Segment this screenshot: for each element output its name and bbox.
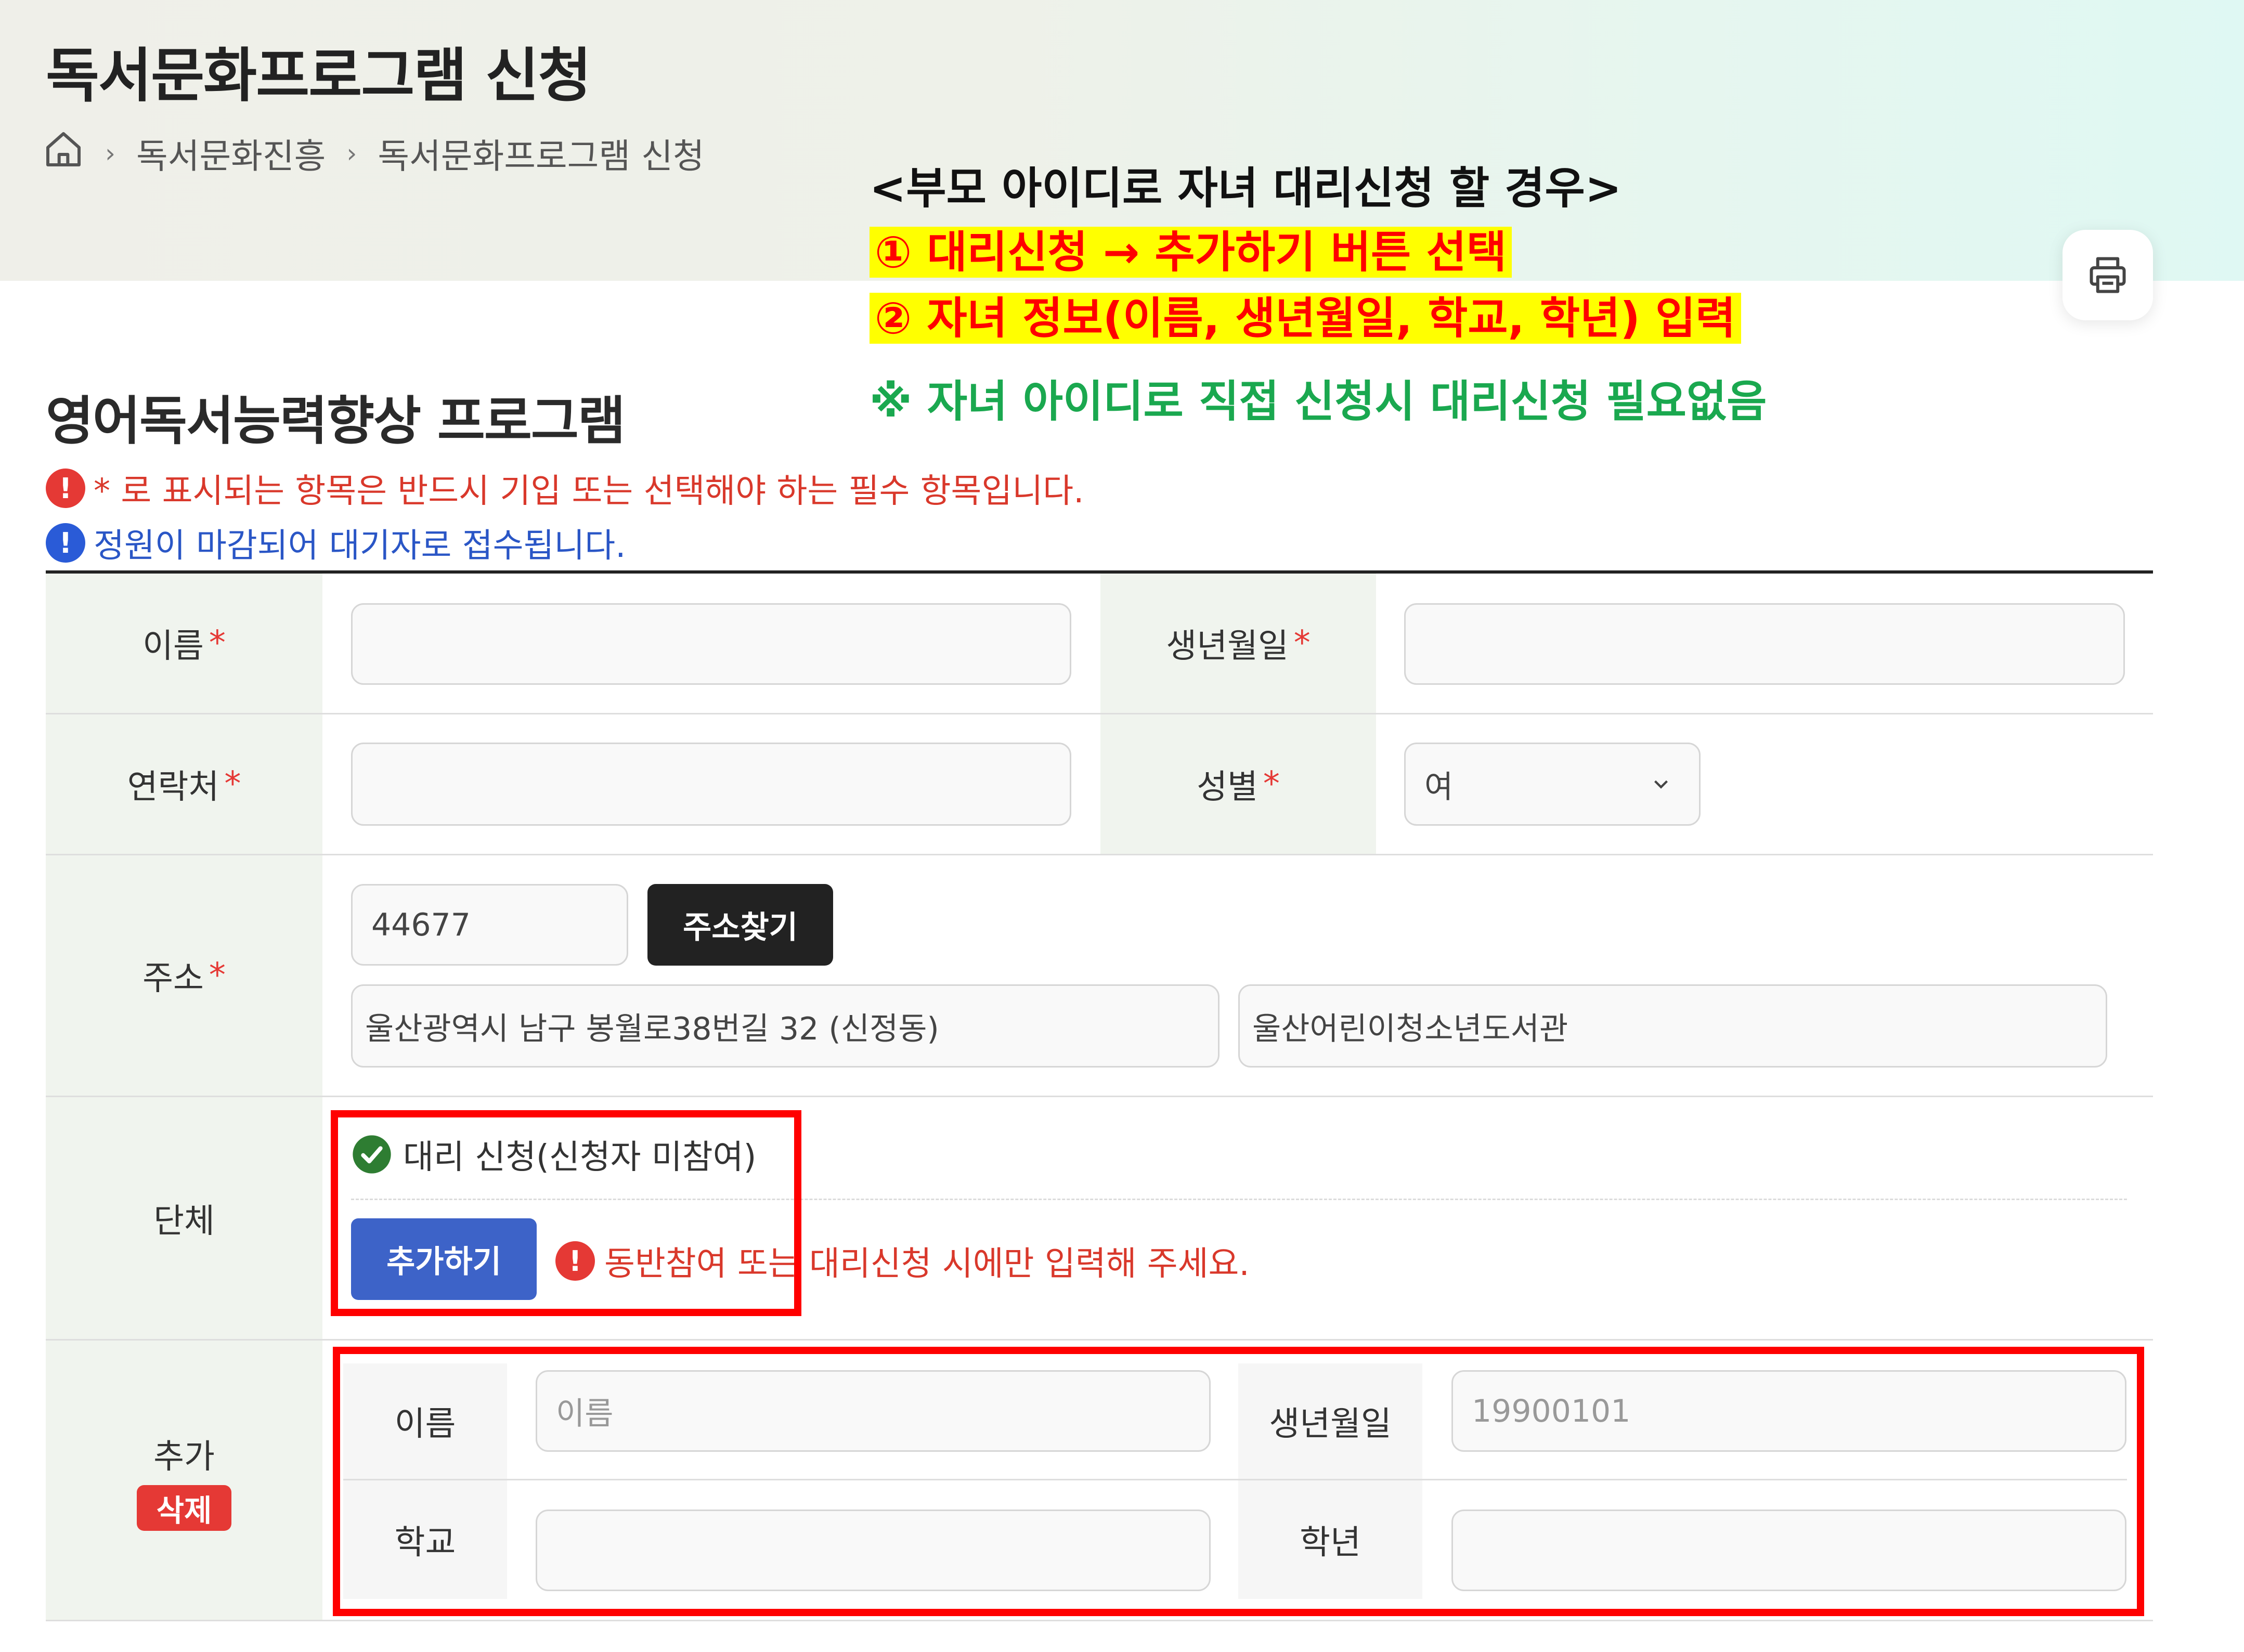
group-label: 단체: [46, 1097, 322, 1339]
chevron-down-icon: [1654, 780, 1668, 789]
row-divider: [46, 854, 2153, 855]
name-input[interactable]: [351, 603, 1071, 685]
info-icon: !: [46, 523, 85, 563]
annotation-heading: <부모 아이디로 자녀 대리신청 할 경우>: [870, 163, 1622, 214]
birth-label: 생년월일 *: [1100, 574, 1376, 713]
phone-label: 연락처 *: [46, 714, 322, 854]
address-search-button[interactable]: 주소찾기: [647, 884, 833, 966]
row-divider: [46, 1339, 2153, 1341]
annotation-highlight-box-child-info: [333, 1347, 2144, 1616]
delete-button[interactable]: 삭제: [137, 1485, 231, 1531]
chevron-right-icon: ›: [105, 138, 115, 168]
row-divider: [46, 1096, 2153, 1097]
waitlist-notice: ! 정원이 마감되어 대기자로 접수됩니다.: [46, 519, 626, 567]
annotation-highlight-box-proxy: [331, 1110, 801, 1316]
form-bottom-border: [46, 1620, 2153, 1621]
form-top-border: [46, 570, 2153, 574]
annotation-step-1: ① 대리신청 → 추가하기 버튼 선택: [870, 217, 1512, 280]
breadcrumb: › 독서문화진흥 › 독서문화프로그램 신청: [43, 130, 705, 177]
row-divider: [46, 713, 2153, 714]
printer-icon: [2090, 257, 2126, 293]
added-label: 추가 삭제: [46, 1341, 322, 1620]
gender-label: 성별 *: [1100, 714, 1376, 854]
name-label: 이름 *: [46, 574, 322, 713]
annotation-step-2: ② 자녀 정보(이름, 생년월일, 학교, 학년) 입력: [870, 283, 1741, 346]
address-label: 주소 *: [46, 855, 322, 1096]
print-button[interactable]: [2063, 230, 2153, 320]
address-detail-input[interactable]: 울산어린이청소년도서관: [1238, 984, 2107, 1068]
annotation-note: ※ 자녀 아이디로 직접 신청시 대리신청 필요없음: [870, 376, 1767, 427]
gender-select[interactable]: 여: [1404, 743, 1701, 826]
chevron-right-icon: ›: [346, 138, 357, 168]
breadcrumb-item-reading-culture[interactable]: 독서문화진흥: [136, 128, 326, 178]
birth-input[interactable]: [1404, 603, 2125, 685]
page-title: 독서문화프로그램 신청: [46, 42, 591, 110]
alert-icon: !: [46, 469, 85, 508]
phone-input[interactable]: [351, 743, 1071, 826]
address-main-input[interactable]: 울산광역시 남구 봉월로38번길 32 (신정동): [351, 984, 1220, 1068]
zipcode-input[interactable]: 44677: [351, 884, 628, 966]
required-notice: ! * 로 표시되는 항목은 반드시 기입 또는 선택해야 하는 필수 항목입니…: [46, 464, 1084, 512]
breadcrumb-item-program-apply[interactable]: 독서문화프로그램 신청: [378, 128, 704, 178]
program-title: 영어독서능력향상 프로그램: [46, 391, 626, 451]
home-icon[interactable]: [43, 128, 84, 178]
